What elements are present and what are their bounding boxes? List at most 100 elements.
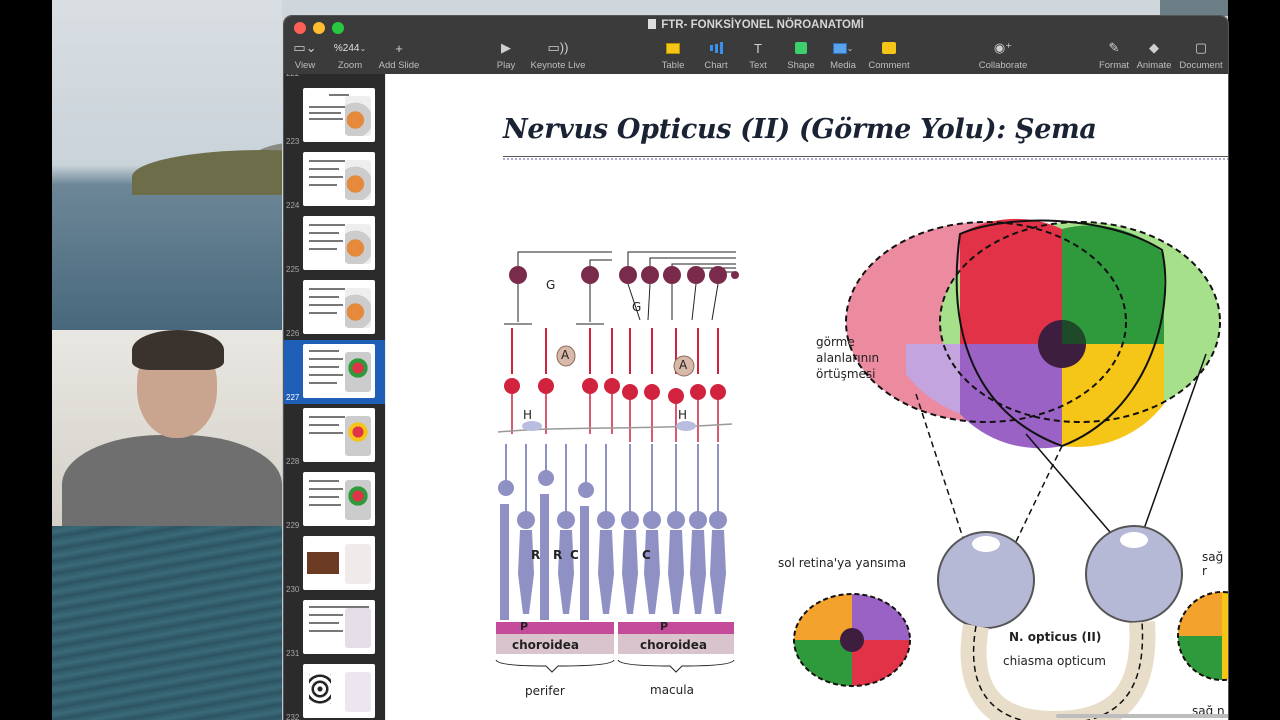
label-horizontal-2: H xyxy=(678,408,688,422)
collaborate-button[interactable]: ◉⁺ Collaborate xyxy=(976,38,1030,71)
keynote-live-label: Keynote Live xyxy=(530,60,586,71)
plus-icon: + xyxy=(395,40,403,56)
slide-thumb-226[interactable]: 226 xyxy=(284,276,385,340)
visual-field-diagram xyxy=(845,218,1221,449)
label-pigment-1: P xyxy=(520,620,529,633)
slide-thumbnail xyxy=(303,600,375,654)
slide-thumbnail xyxy=(303,472,375,526)
text-icon: T xyxy=(754,40,762,56)
document-button[interactable]: ▢ Document xyxy=(1178,38,1224,71)
broadcast-icon: ▭)) xyxy=(547,40,569,55)
text-label: Text xyxy=(749,60,767,71)
label-rod-1: R xyxy=(531,548,541,562)
slide-thumb-223[interactable]: 223 xyxy=(284,84,385,148)
slide-number: 223 xyxy=(286,137,300,146)
play-label: Play xyxy=(496,60,516,71)
label-choroidea-2: choroidea xyxy=(640,638,708,652)
animate-button[interactable]: ◆ Animate xyxy=(1136,38,1172,71)
media-label: Media xyxy=(830,60,856,71)
slide-number: 232 xyxy=(286,713,300,720)
slide-thumb-230[interactable]: 230 xyxy=(284,532,385,596)
animate-icon: ◆ xyxy=(1149,40,1159,55)
paintbrush-icon: ✎ xyxy=(1108,40,1120,55)
slide-thumb-229[interactable]: 229 xyxy=(284,468,385,532)
desktop-wallpaper-sea xyxy=(52,0,282,330)
document-icon: ▢ xyxy=(1194,40,1208,55)
shape-label: Shape xyxy=(787,60,815,71)
label-left-retina: sol retina'ya yansıma xyxy=(778,556,907,570)
toolbar: FTR- FONKSİYONEL NÖROANATOMİ ▭⌄ View %24… xyxy=(284,16,1228,74)
webcam-video xyxy=(52,330,282,526)
media-button[interactable]: ⌄ Media xyxy=(828,38,858,71)
chart-icon xyxy=(702,38,730,58)
desktop-wallpaper-water xyxy=(52,526,282,720)
add-slide-label: Add Slide xyxy=(378,60,420,71)
slide-number: 225 xyxy=(286,265,300,274)
comment-button[interactable]: Comment xyxy=(866,38,912,71)
slide-number: 228 xyxy=(286,457,300,466)
slide-thumb-224[interactable]: 224 xyxy=(284,148,385,212)
collaborate-icon: ◉⁺ xyxy=(993,40,1013,55)
slide-thumbnail xyxy=(303,536,375,590)
slide-thumb-225[interactable]: 225 xyxy=(284,212,385,276)
table-button[interactable]: Table xyxy=(660,38,686,71)
slide-thumbnail xyxy=(303,280,375,334)
add-slide-button[interactable]: + Add Slide xyxy=(376,38,422,72)
label-cone-2: C xyxy=(642,548,651,562)
label-amacrine-2: A xyxy=(679,358,688,372)
keynote-live-button[interactable]: ▭)) Keynote Live xyxy=(530,38,586,71)
label-chiasma-opticum: chiasma opticum xyxy=(1000,654,1109,668)
slide-number: 222 xyxy=(286,74,299,78)
slide-thumbnail xyxy=(303,344,375,398)
collaborate-label: Collaborate xyxy=(978,60,1028,71)
shape-button[interactable]: Shape xyxy=(786,38,816,71)
comment-icon xyxy=(866,38,912,58)
slide-thumbnail xyxy=(303,88,375,142)
comment-label: Comment xyxy=(868,60,910,71)
slide-thumb-228[interactable]: 228 xyxy=(284,404,385,468)
keynote-window: FTR- FONKSİYONEL NÖROANATOMİ ▭⌄ View %24… xyxy=(284,16,1228,720)
document-icon xyxy=(648,19,657,29)
slide-thumbnail xyxy=(303,408,375,462)
label-n-opticus: N. opticus (II) xyxy=(1006,630,1105,644)
view-button[interactable]: ▭⌄ View xyxy=(292,38,318,71)
slide-canvas[interactable]: Nervus Opticus (II) (Görme Yolu): Şema G… xyxy=(386,74,1228,720)
label-perifer: perifer xyxy=(525,684,565,698)
retina-diagram xyxy=(495,218,1228,720)
label-ganglion-1: G xyxy=(546,278,556,292)
slide-thumb-231[interactable]: 231 xyxy=(284,596,385,660)
slide-number: 230 xyxy=(286,585,300,594)
table-icon xyxy=(660,38,686,58)
table-label: Table xyxy=(661,60,685,71)
label-macula: macula xyxy=(650,683,694,697)
zoom-button[interactable]: %244 ⌄ Zoom xyxy=(332,38,368,72)
slide-number: 229 xyxy=(286,521,300,530)
desktop-wallpaper-corner xyxy=(1160,0,1228,16)
slide-number: 227 xyxy=(286,393,300,402)
label-horizontal-1: H xyxy=(523,408,533,422)
horizontal-scrollbar[interactable] xyxy=(1056,714,1228,718)
label-visual-field-overlap: görme alanlarının örtüşmesi xyxy=(816,335,880,381)
label-ganglion-2: G xyxy=(632,300,642,314)
shape-icon xyxy=(786,38,816,58)
format-button[interactable]: ✎ Format xyxy=(1098,38,1130,71)
chart-button[interactable]: Chart xyxy=(702,38,730,71)
slide-thumb-232[interactable]: 232 xyxy=(284,660,385,720)
document-label: Document xyxy=(1179,60,1223,71)
label-right-retina-partial: sağ r xyxy=(1202,550,1224,578)
label-cone-1: C xyxy=(570,548,579,562)
sidebar-icon: ▭⌄ xyxy=(293,40,317,55)
label-pigment-2: P xyxy=(660,620,669,633)
slide-thumb-222[interactable]: 222 xyxy=(284,74,385,80)
play-icon: ▶ xyxy=(501,40,511,55)
text-button[interactable]: T Text xyxy=(746,38,770,72)
slide-thumb-227[interactable]: 227 xyxy=(284,340,385,404)
play-button[interactable]: ▶ Play xyxy=(494,38,518,71)
animate-label: Animate xyxy=(1136,60,1172,71)
chevron-down-icon: ⌄ xyxy=(359,43,367,53)
chart-label: Chart xyxy=(704,60,728,71)
right-retina-projection xyxy=(1177,591,1228,681)
slide-number: 226 xyxy=(286,329,300,338)
screen: FTR- FONKSİYONEL NÖROANATOMİ ▭⌄ View %24… xyxy=(0,0,1280,720)
media-icon: ⌄ xyxy=(828,38,858,58)
